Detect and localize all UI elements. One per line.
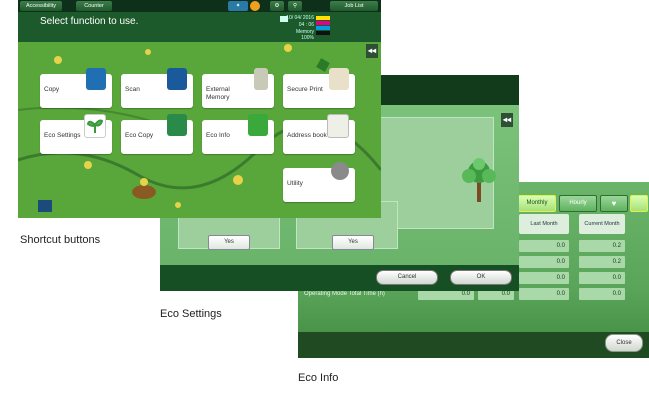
address-book-icon — [327, 114, 349, 138]
table-cell: 0.0 — [579, 288, 625, 300]
tab-more[interactable] — [630, 195, 648, 212]
external-memory-icon — [254, 68, 268, 90]
eco-settings-shortcut-button[interactable]: Eco Settings — [40, 114, 112, 154]
yes-button-right[interactable]: Yes — [332, 235, 374, 250]
heart-icon: ♥ — [611, 199, 617, 208]
copy-shortcut-button[interactable]: Copy — [40, 68, 112, 108]
scan-shortcut-button[interactable]: Scan — [121, 68, 193, 108]
shortcut-label: Utility — [287, 180, 303, 187]
printer-icon — [280, 16, 288, 22]
shortcut-label: Eco Info — [206, 132, 230, 139]
toner-indicator-icon — [316, 16, 330, 36]
caption-eco-settings: Eco Settings — [160, 308, 222, 320]
shortcut-label: Eco Settings — [44, 132, 81, 139]
status-time: 04 : 06 — [298, 22, 314, 28]
shortcut-label: Scan — [125, 86, 140, 93]
status-date: 10/ 04/ 2016 — [286, 15, 314, 21]
table-cell: 0.0 — [519, 256, 569, 268]
heart-tab-button[interactable]: ♥ — [600, 195, 628, 212]
shortcut-screen: Accessibility Counter ✦ ⚙ ⚲ Job List Sel… — [18, 0, 381, 218]
status-memory-value: 100% — [301, 35, 314, 41]
shortcut-label: External Memory — [206, 86, 230, 101]
tab-hourly[interactable]: Hourly — [559, 195, 597, 212]
eco-info-icon — [248, 114, 268, 136]
column-header-current-month: Current Month — [579, 214, 625, 234]
tab-monthly[interactable]: Monthly — [518, 195, 556, 212]
ok-button[interactable]: OK — [450, 270, 512, 285]
shortcut-label: Eco Copy — [125, 132, 154, 139]
gear-icon: ⚙ — [274, 3, 280, 9]
eco-info-footer — [298, 332, 649, 358]
eco-copy-icon — [167, 114, 187, 136]
counter-button[interactable]: Counter — [76, 1, 112, 11]
scan-icon — [167, 68, 187, 90]
search-icon: ⚲ — [292, 3, 298, 9]
collapse-panel-button[interactable]: ◂◂ — [366, 44, 378, 58]
address-book-shortcut-button[interactable]: Address book — [283, 114, 355, 154]
search-button[interactable]: ⚲ — [288, 1, 302, 11]
external-memory-shortcut-button[interactable]: External Memory — [202, 68, 274, 108]
secure-print-shortcut-button[interactable]: Secure Print — [283, 68, 355, 108]
table-cell: 0.0 — [519, 288, 569, 300]
table-cell: 0.0 — [579, 272, 625, 284]
shortcut-label: Copy — [44, 86, 60, 93]
shortcut-label: Secure Print — [287, 86, 323, 93]
eco-settings-footer: Cancel OK — [160, 265, 519, 291]
top-toolbar: Accessibility Counter ✦ ⚙ ⚲ Job List — [18, 0, 381, 12]
network-icon: ✦ — [235, 3, 241, 9]
table-cell: 0.0 — [519, 240, 569, 252]
row-label: Operating Mode Total Time (h) — [304, 291, 385, 297]
accessibility-button[interactable]: Accessibility — [20, 1, 62, 11]
network-button[interactable]: ✦ — [228, 1, 248, 11]
close-button[interactable]: Close — [605, 334, 643, 352]
cancel-button[interactable]: Cancel — [376, 270, 438, 285]
page-title: Select function to use. — [40, 16, 139, 27]
table-cell: 0.2 — [579, 240, 625, 252]
tree-icon — [462, 158, 496, 202]
yes-button-left[interactable]: Yes — [208, 235, 250, 250]
caption-eco-info: Eco Info — [298, 372, 339, 384]
table-cell: 0.2 — [579, 256, 625, 268]
settings-button[interactable]: ⚙ — [270, 1, 284, 11]
table-cell: 0.0 — [519, 272, 569, 284]
notification-icon — [250, 1, 260, 11]
secure-print-icon — [329, 68, 349, 90]
job-list-button[interactable]: Job List — [330, 1, 378, 11]
eco-info-shortcut-button[interactable]: Eco Info — [202, 114, 274, 154]
caption-shortcut-buttons: Shortcut buttons — [20, 234, 101, 246]
shortcut-label: Address book — [287, 132, 327, 139]
collapse-panel-button[interactable]: ◂◂ — [501, 113, 513, 127]
copy-icon — [86, 68, 106, 90]
eco-settings-icon — [84, 114, 106, 138]
header-bar: Select function to use. 10/ 04/ 2016 04 … — [18, 12, 381, 42]
utility-shortcut-button[interactable]: Utility — [283, 162, 355, 202]
eco-copy-shortcut-button[interactable]: Eco Copy — [121, 114, 193, 154]
utility-icon — [331, 162, 349, 180]
column-header-last-month: Last Month — [519, 214, 569, 234]
